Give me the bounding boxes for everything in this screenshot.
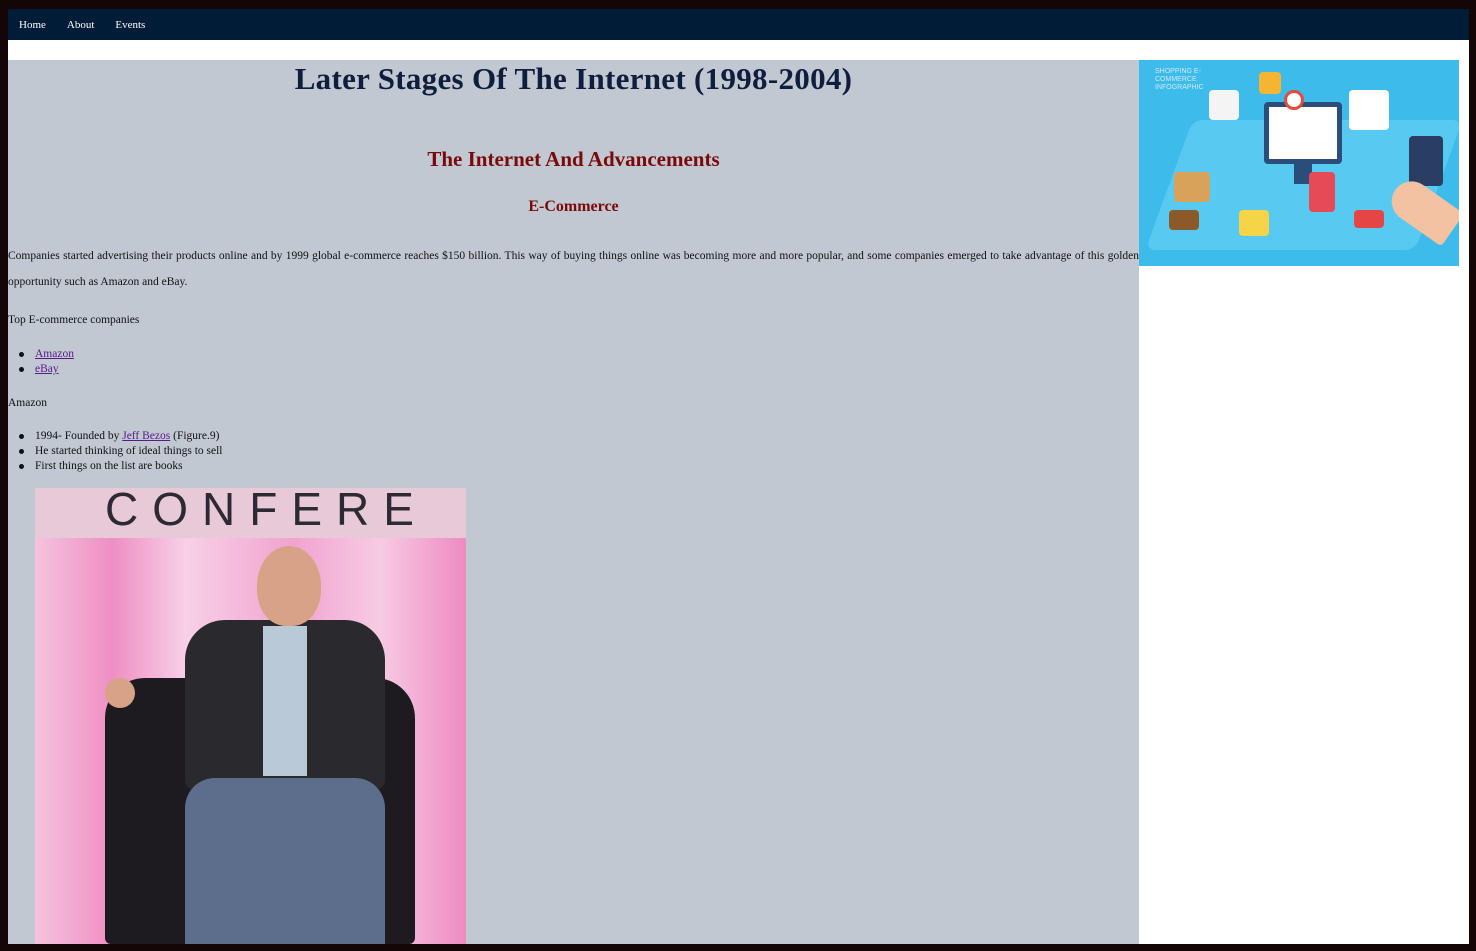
products-icon — [1409, 136, 1443, 186]
boxes-icon — [1174, 172, 1210, 202]
monitor-icon — [1264, 102, 1342, 164]
list-item: He started thinking of ideal things to s… — [18, 445, 223, 457]
fact-text: (Figure.9) — [170, 430, 220, 442]
shopping-bag-icon — [1309, 172, 1335, 212]
photo-banner: CONFERE — [35, 488, 466, 538]
intro-paragraph: Companies started advertising their prod… — [8, 250, 1139, 288]
sub-title: E-Commerce — [528, 198, 619, 215]
nav-about-link[interactable]: About — [67, 19, 95, 31]
top-companies-list: Amazon eBay — [19, 347, 74, 377]
person-shirt-shape — [263, 626, 307, 776]
infographic-caption: SHOPPING E-COMMERCE INFOGRAPHIC — [1155, 68, 1204, 91]
amazon-label: Amazon — [8, 397, 47, 409]
list-item: eBay — [19, 362, 74, 377]
person-head-shape — [257, 546, 321, 626]
person-hand-shape — [105, 678, 135, 708]
page-frame: Home About Events Later Stages Of The In… — [8, 9, 1469, 944]
discount-icon — [1239, 210, 1269, 236]
list-item: Amazon — [19, 347, 74, 362]
jeff-bezos-link[interactable]: Jeff Bezos — [122, 430, 170, 442]
ebay-link[interactable]: eBay — [35, 363, 59, 375]
list-item: First things on the list are books — [18, 459, 222, 474]
main-content: Later Stages Of The Internet (1998-2004)… — [8, 60, 1139, 944]
list-item: 1994- Founded by Jeff Bezos (Figure.9) — [18, 429, 222, 444]
top-navbar: Home About Events — [8, 9, 1469, 40]
support-agent-icon — [1209, 90, 1239, 120]
section-title: The Internet And Advancements — [427, 147, 720, 171]
page-title: Later Stages Of The Internet (1998-2004) — [294, 61, 853, 96]
photo-banner-text: CONFERE — [105, 488, 428, 535]
top-companies-label: Top E-commerce companies — [8, 314, 140, 326]
store-icon — [1349, 90, 1389, 130]
jeff-bezos-photo: CONFERE — [35, 488, 466, 944]
auction-icon — [1169, 210, 1199, 230]
amazon-link[interactable]: Amazon — [35, 348, 74, 360]
fact-text: 1994- Founded by — [35, 430, 123, 442]
person-legs-shape — [185, 778, 385, 944]
clock-icon — [1284, 90, 1304, 110]
amazon-facts-list: 1994- Founded by Jeff Bezos (Figure.9) H… — [18, 429, 223, 474]
nav-events-link[interactable]: Events — [115, 19, 145, 31]
delivery-icon — [1259, 72, 1281, 94]
ecommerce-infographic-image: SHOPPING E-COMMERCE INFOGRAPHIC — [1139, 60, 1459, 266]
nav-home-link[interactable]: Home — [19, 19, 46, 31]
credit-card-icon — [1354, 210, 1384, 228]
